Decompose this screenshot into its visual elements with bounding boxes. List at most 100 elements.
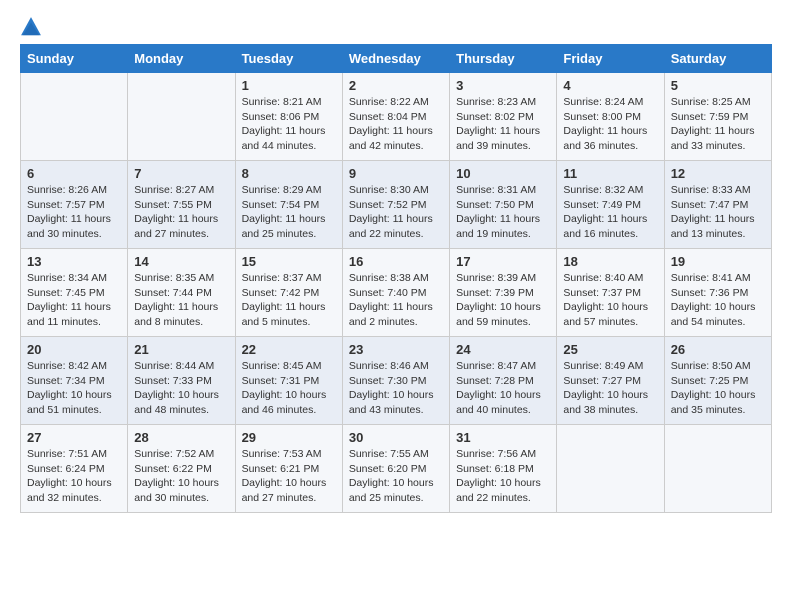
day-header-saturday: Saturday xyxy=(664,45,771,73)
calendar-week-3: 13 Sunrise: 8:34 AMSunset: 7:45 PMDayligh… xyxy=(21,249,772,337)
table-row: 5 Sunrise: 8:25 AMSunset: 7:59 PMDaylight… xyxy=(664,73,771,161)
table-row: 4 Sunrise: 8:24 AMSunset: 8:00 PMDaylight… xyxy=(557,73,664,161)
logo xyxy=(20,16,46,38)
day-info: Sunrise: 8:24 AMSunset: 8:00 PMDaylight:… xyxy=(563,95,657,154)
table-row: 11 Sunrise: 8:32 AMSunset: 7:49 PMDayligh… xyxy=(557,161,664,249)
day-info: Sunrise: 8:37 AMSunset: 7:42 PMDaylight:… xyxy=(242,271,336,330)
day-info: Sunrise: 8:23 AMSunset: 8:02 PMDaylight:… xyxy=(456,95,550,154)
calendar-table: SundayMondayTuesdayWednesdayThursdayFrid… xyxy=(20,44,772,513)
day-info: Sunrise: 8:44 AMSunset: 7:33 PMDaylight:… xyxy=(134,359,228,418)
day-info: Sunrise: 7:56 AMSunset: 6:18 PMDaylight:… xyxy=(456,447,550,506)
day-info: Sunrise: 8:34 AMSunset: 7:45 PMDaylight:… xyxy=(27,271,121,330)
table-row: 28 Sunrise: 7:52 AMSunset: 6:22 PMDayligh… xyxy=(128,425,235,513)
day-number: 11 xyxy=(563,166,657,181)
day-number: 15 xyxy=(242,254,336,269)
day-info: Sunrise: 8:33 AMSunset: 7:47 PMDaylight:… xyxy=(671,183,765,242)
day-number: 18 xyxy=(563,254,657,269)
day-number: 10 xyxy=(456,166,550,181)
day-number: 27 xyxy=(27,430,121,445)
day-number: 4 xyxy=(563,78,657,93)
header-area xyxy=(20,16,772,38)
day-number: 23 xyxy=(349,342,443,357)
days-row: SundayMondayTuesdayWednesdayThursdayFrid… xyxy=(21,45,772,73)
day-number: 26 xyxy=(671,342,765,357)
calendar-week-5: 27 Sunrise: 7:51 AMSunset: 6:24 PMDayligh… xyxy=(21,425,772,513)
table-row: 3 Sunrise: 8:23 AMSunset: 8:02 PMDaylight… xyxy=(450,73,557,161)
table-row: 18 Sunrise: 8:40 AMSunset: 7:37 PMDayligh… xyxy=(557,249,664,337)
table-row: 20 Sunrise: 8:42 AMSunset: 7:34 PMDayligh… xyxy=(21,337,128,425)
day-number: 28 xyxy=(134,430,228,445)
day-number: 5 xyxy=(671,78,765,93)
table-row: 17 Sunrise: 8:39 AMSunset: 7:39 PMDayligh… xyxy=(450,249,557,337)
day-header-friday: Friday xyxy=(557,45,664,73)
day-number: 12 xyxy=(671,166,765,181)
day-info: Sunrise: 7:52 AMSunset: 6:22 PMDaylight:… xyxy=(134,447,228,506)
day-info: Sunrise: 8:26 AMSunset: 7:57 PMDaylight:… xyxy=(27,183,121,242)
table-row: 8 Sunrise: 8:29 AMSunset: 7:54 PMDaylight… xyxy=(235,161,342,249)
calendar-week-4: 20 Sunrise: 8:42 AMSunset: 7:34 PMDayligh… xyxy=(21,337,772,425)
day-number: 22 xyxy=(242,342,336,357)
day-number: 2 xyxy=(349,78,443,93)
day-info: Sunrise: 8:30 AMSunset: 7:52 PMDaylight:… xyxy=(349,183,443,242)
day-info: Sunrise: 8:40 AMSunset: 7:37 PMDaylight:… xyxy=(563,271,657,330)
day-number: 9 xyxy=(349,166,443,181)
table-row: 2 Sunrise: 8:22 AMSunset: 8:04 PMDaylight… xyxy=(342,73,449,161)
day-number: 7 xyxy=(134,166,228,181)
day-info: Sunrise: 8:42 AMSunset: 7:34 PMDaylight:… xyxy=(27,359,121,418)
table-row: 9 Sunrise: 8:30 AMSunset: 7:52 PMDaylight… xyxy=(342,161,449,249)
table-row: 15 Sunrise: 8:37 AMSunset: 7:42 PMDayligh… xyxy=(235,249,342,337)
day-info: Sunrise: 7:55 AMSunset: 6:20 PMDaylight:… xyxy=(349,447,443,506)
day-number: 3 xyxy=(456,78,550,93)
table-row xyxy=(21,73,128,161)
day-number: 8 xyxy=(242,166,336,181)
day-info: Sunrise: 7:51 AMSunset: 6:24 PMDaylight:… xyxy=(27,447,121,506)
day-info: Sunrise: 8:32 AMSunset: 7:49 PMDaylight:… xyxy=(563,183,657,242)
table-row: 13 Sunrise: 8:34 AMSunset: 7:45 PMDayligh… xyxy=(21,249,128,337)
day-number: 6 xyxy=(27,166,121,181)
table-row: 26 Sunrise: 8:50 AMSunset: 7:25 PMDayligh… xyxy=(664,337,771,425)
day-number: 25 xyxy=(563,342,657,357)
day-info: Sunrise: 8:27 AMSunset: 7:55 PMDaylight:… xyxy=(134,183,228,242)
day-header-sunday: Sunday xyxy=(21,45,128,73)
day-info: Sunrise: 8:29 AMSunset: 7:54 PMDaylight:… xyxy=(242,183,336,242)
table-row xyxy=(664,425,771,513)
table-row: 1 Sunrise: 8:21 AMSunset: 8:06 PMDaylight… xyxy=(235,73,342,161)
day-number: 14 xyxy=(134,254,228,269)
day-info: Sunrise: 8:21 AMSunset: 8:06 PMDaylight:… xyxy=(242,95,336,154)
table-row: 12 Sunrise: 8:33 AMSunset: 7:47 PMDayligh… xyxy=(664,161,771,249)
day-number: 24 xyxy=(456,342,550,357)
day-number: 29 xyxy=(242,430,336,445)
day-info: Sunrise: 8:31 AMSunset: 7:50 PMDaylight:… xyxy=(456,183,550,242)
day-number: 13 xyxy=(27,254,121,269)
table-row: 23Sunrise: 8:46 AMSunset: 7:30 PMDayligh… xyxy=(342,337,449,425)
day-number: 1 xyxy=(242,78,336,93)
table-row xyxy=(128,73,235,161)
day-info: Sunrise: 8:39 AMSunset: 7:39 PMDaylight:… xyxy=(456,271,550,330)
logo-icon xyxy=(20,16,42,38)
calendar-header: SundayMondayTuesdayWednesdayThursdayFrid… xyxy=(21,45,772,73)
day-number: 20 xyxy=(27,342,121,357)
table-row: 16 Sunrise: 8:38 AMSunset: 7:40 PMDayligh… xyxy=(342,249,449,337)
day-number: 31 xyxy=(456,430,550,445)
day-number: 19 xyxy=(671,254,765,269)
table-row: 21 Sunrise: 8:44 AMSunset: 7:33 PMDayligh… xyxy=(128,337,235,425)
table-row: 19Sunrise: 8:41 AMSunset: 7:36 PMDayligh… xyxy=(664,249,771,337)
day-info: Sunrise: 8:25 AMSunset: 7:59 PMDaylight:… xyxy=(671,95,765,154)
table-row: 14 Sunrise: 8:35 AMSunset: 7:44 PMDayligh… xyxy=(128,249,235,337)
day-info: Sunrise: 8:35 AMSunset: 7:44 PMDaylight:… xyxy=(134,271,228,330)
day-info: Sunrise: 8:49 AMSunset: 7:27 PMDaylight:… xyxy=(563,359,657,418)
table-row: 27 Sunrise: 7:51 AMSunset: 6:24 PMDayligh… xyxy=(21,425,128,513)
day-info: Sunrise: 8:50 AMSunset: 7:25 PMDaylight:… xyxy=(671,359,765,418)
day-number: 21 xyxy=(134,342,228,357)
day-info: Sunrise: 8:38 AMSunset: 7:40 PMDaylight:… xyxy=(349,271,443,330)
table-row: 6 Sunrise: 8:26 AMSunset: 7:57 PMDaylight… xyxy=(21,161,128,249)
day-number: 17 xyxy=(456,254,550,269)
day-number: 16 xyxy=(349,254,443,269)
day-info: Sunrise: 7:53 AMSunset: 6:21 PMDaylight:… xyxy=(242,447,336,506)
table-row: 10 Sunrise: 8:31 AMSunset: 7:50 PMDayligh… xyxy=(450,161,557,249)
day-info: Sunrise: 8:47 AMSunset: 7:28 PMDaylight:… xyxy=(456,359,550,418)
day-header-monday: Monday xyxy=(128,45,235,73)
day-info: Sunrise: 8:22 AMSunset: 8:04 PMDaylight:… xyxy=(349,95,443,154)
table-row: 7 Sunrise: 8:27 AMSunset: 7:55 PMDaylight… xyxy=(128,161,235,249)
table-row: 22Sunrise: 8:45 AMSunset: 7:31 PMDayligh… xyxy=(235,337,342,425)
